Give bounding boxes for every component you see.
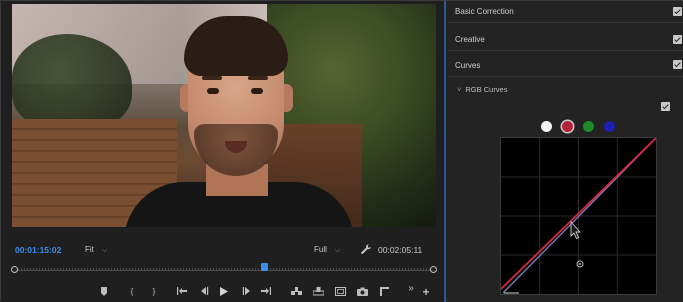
playhead[interactable]	[260, 263, 268, 271]
overwrite-icon[interactable]	[311, 285, 325, 299]
rgb-curves-header[interactable]: ˅ RGB Curves	[457, 85, 507, 94]
zoom-level-select[interactable]: Fit ⌵	[85, 245, 107, 255]
add-button-icon[interactable]: +	[419, 285, 433, 299]
play-icon[interactable]	[217, 285, 231, 299]
section-label: Basic Correction	[455, 7, 514, 16]
section-label: Curves	[455, 61, 481, 70]
section-label: Creative	[455, 35, 485, 44]
section-creative[interactable]: Creative	[448, 29, 683, 51]
current-timecode[interactable]: 00:01:15:02	[15, 245, 61, 255]
rgb-curves-checkbox[interactable]	[661, 102, 670, 111]
more-icon[interactable]: »	[404, 282, 418, 296]
mark-out-icon[interactable]: }	[147, 285, 161, 299]
duration-timecode: 00:02:05:11	[378, 245, 423, 255]
lumetri-color-panel: Basic Correction Creative Curves ˅ RGB Cu…	[448, 1, 683, 302]
section-basic-correction[interactable]: Basic Correction	[448, 1, 683, 23]
in-handle[interactable]	[11, 266, 18, 273]
basic-correction-checkbox[interactable]	[673, 7, 682, 16]
program-monitor: 00:01:15:02 Fit ⌵ Full ⌵ 00:02:05:11 {} » +	[1, 1, 444, 302]
step-back-icon[interactable]	[197, 285, 211, 299]
mark-in-icon[interactable]: {	[125, 285, 139, 299]
chevron-down-icon: ⌵	[334, 247, 341, 254]
rgb-curve-editor[interactable]	[500, 137, 657, 295]
step-forward-icon[interactable]	[239, 285, 253, 299]
out-handle[interactable]	[430, 266, 437, 273]
white-channel-swatch[interactable]	[541, 121, 552, 132]
export-frame-icon[interactable]	[355, 285, 369, 299]
timeline-scrubber[interactable]	[11, 263, 437, 276]
creative-checkbox[interactable]	[673, 35, 682, 44]
chevron-down-icon: ⌵	[101, 247, 108, 254]
safe-margins-icon[interactable]	[333, 285, 347, 299]
insert-icon[interactable]	[289, 285, 303, 299]
transport-controls: {} » +	[97, 282, 437, 299]
wrench-icon[interactable]	[360, 243, 372, 255]
add-marker-icon[interactable]	[97, 285, 111, 299]
person	[124, 14, 354, 227]
video-frame	[12, 4, 436, 227]
green-channel-swatch[interactable]	[583, 121, 594, 132]
blue-channel-swatch[interactable]	[604, 121, 615, 132]
go-to-out-icon[interactable]	[259, 285, 273, 299]
curves-checkbox[interactable]	[673, 60, 682, 69]
premiere-window: 00:01:15:02 Fit ⌵ Full ⌵ 00:02:05:11 {}» + …	[0, 0, 683, 302]
monitor-status-row: 00:01:15:02 Fit ⌵ Full ⌵ 00:02:05:11	[15, 243, 435, 259]
chevron-down-icon: ˅	[457, 85, 462, 94]
playback-resolution-select[interactable]: Full ⌵	[314, 245, 340, 255]
go-to-in-icon[interactable]	[175, 285, 189, 299]
section-curves[interactable]: Curves	[448, 55, 683, 77]
panel-divider[interactable]	[444, 1, 446, 302]
red-channel-swatch[interactable]	[562, 121, 573, 132]
compare-view-icon[interactable]	[377, 285, 391, 299]
